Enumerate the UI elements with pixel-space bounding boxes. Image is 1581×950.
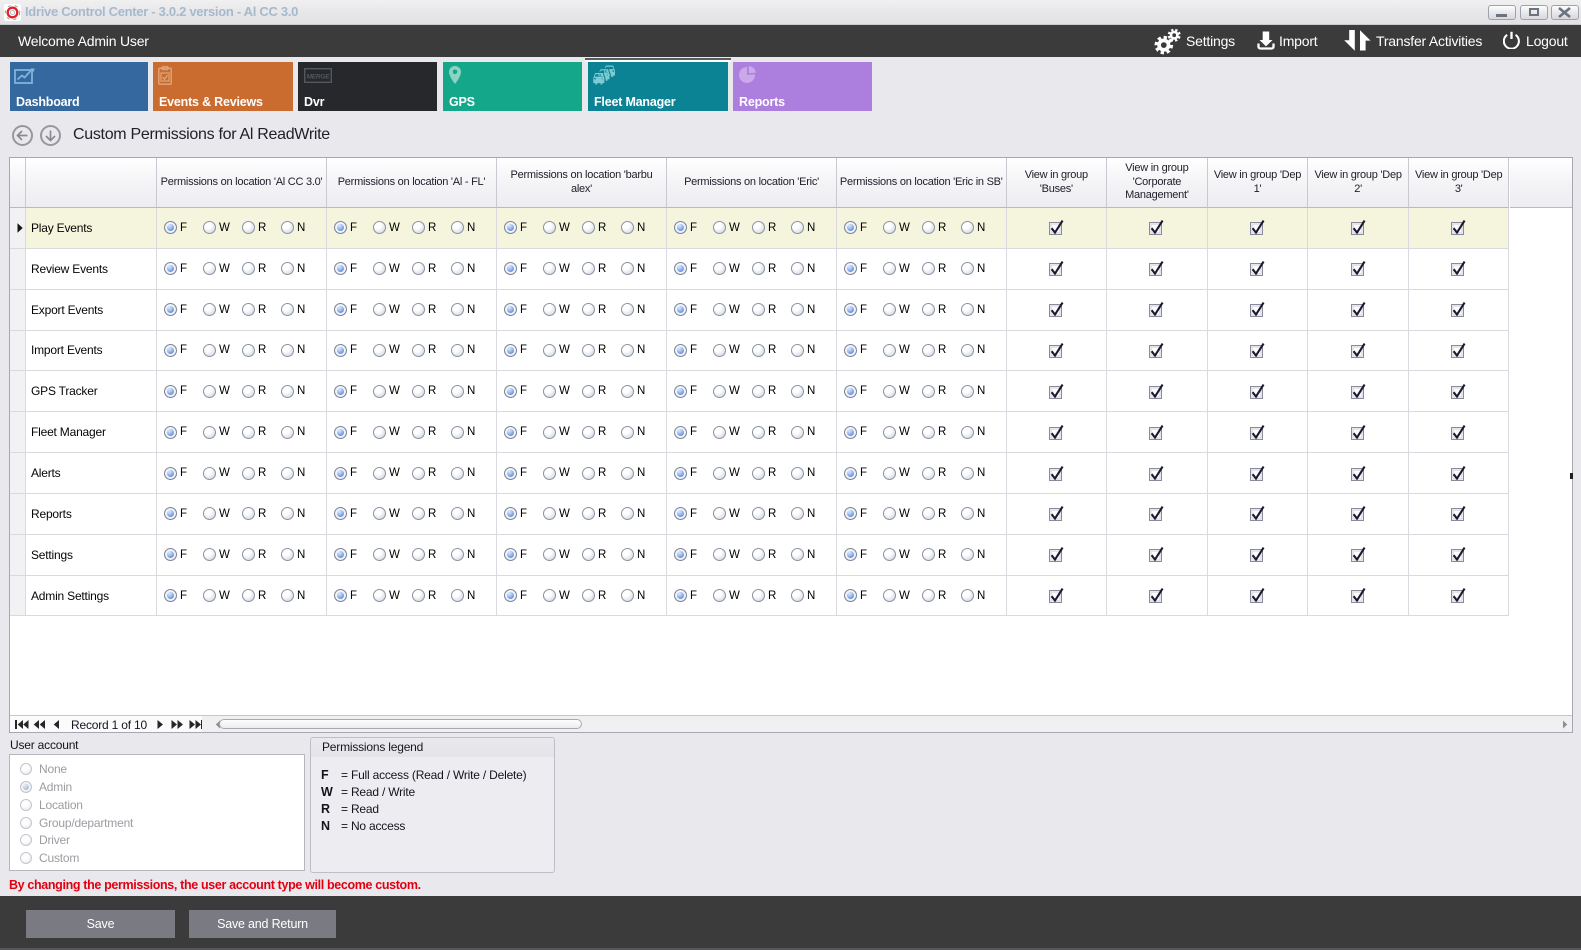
svg-text:MERGE: MERGE xyxy=(307,74,331,81)
